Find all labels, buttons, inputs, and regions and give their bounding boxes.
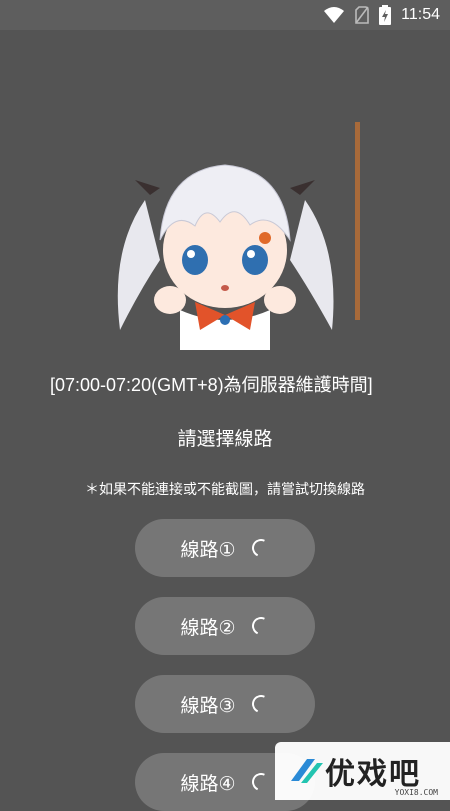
watermark-logo-icon <box>291 759 323 783</box>
wifi-icon <box>324 7 345 23</box>
status-icons: 11:54 <box>323 4 440 26</box>
loading-spinner-icon <box>248 770 273 794</box>
route-label: 線路① <box>180 538 236 561</box>
route-1-button[interactable]: 線路① <box>135 519 315 577</box>
loading-spinner-icon <box>248 614 273 638</box>
route-label: 線路④ <box>180 772 236 795</box>
watermark-subtext: YOXI8.COM <box>394 788 438 797</box>
route-label: 線路③ <box>180 694 236 717</box>
route-3-button[interactable]: 線路③ <box>135 675 315 733</box>
maintenance-notice: [07:00-07:20(GMT+8)為伺服器維護時間] <box>50 375 373 395</box>
battery-charging-icon <box>379 5 392 25</box>
page-title: 請選擇線路 <box>177 428 273 450</box>
watermark: 优戏吧 YOXI8.COM <box>275 742 450 800</box>
decorative-bar <box>355 122 360 320</box>
mascot-illustration <box>117 164 334 350</box>
no-sim-icon <box>355 6 369 24</box>
route-2-button[interactable]: 線路② <box>135 597 315 655</box>
watermark-text: 优戏吧 <box>325 757 421 792</box>
loading-spinner-icon <box>248 692 273 716</box>
route-label: 線路② <box>180 616 236 639</box>
status-time: 11:54 <box>401 6 440 23</box>
status-bar: 11:54 <box>0 0 450 30</box>
hint-text: ＊如果不能連接或不能截圖，請嘗試切換線路 <box>85 482 365 498</box>
loading-spinner-icon <box>248 536 273 560</box>
